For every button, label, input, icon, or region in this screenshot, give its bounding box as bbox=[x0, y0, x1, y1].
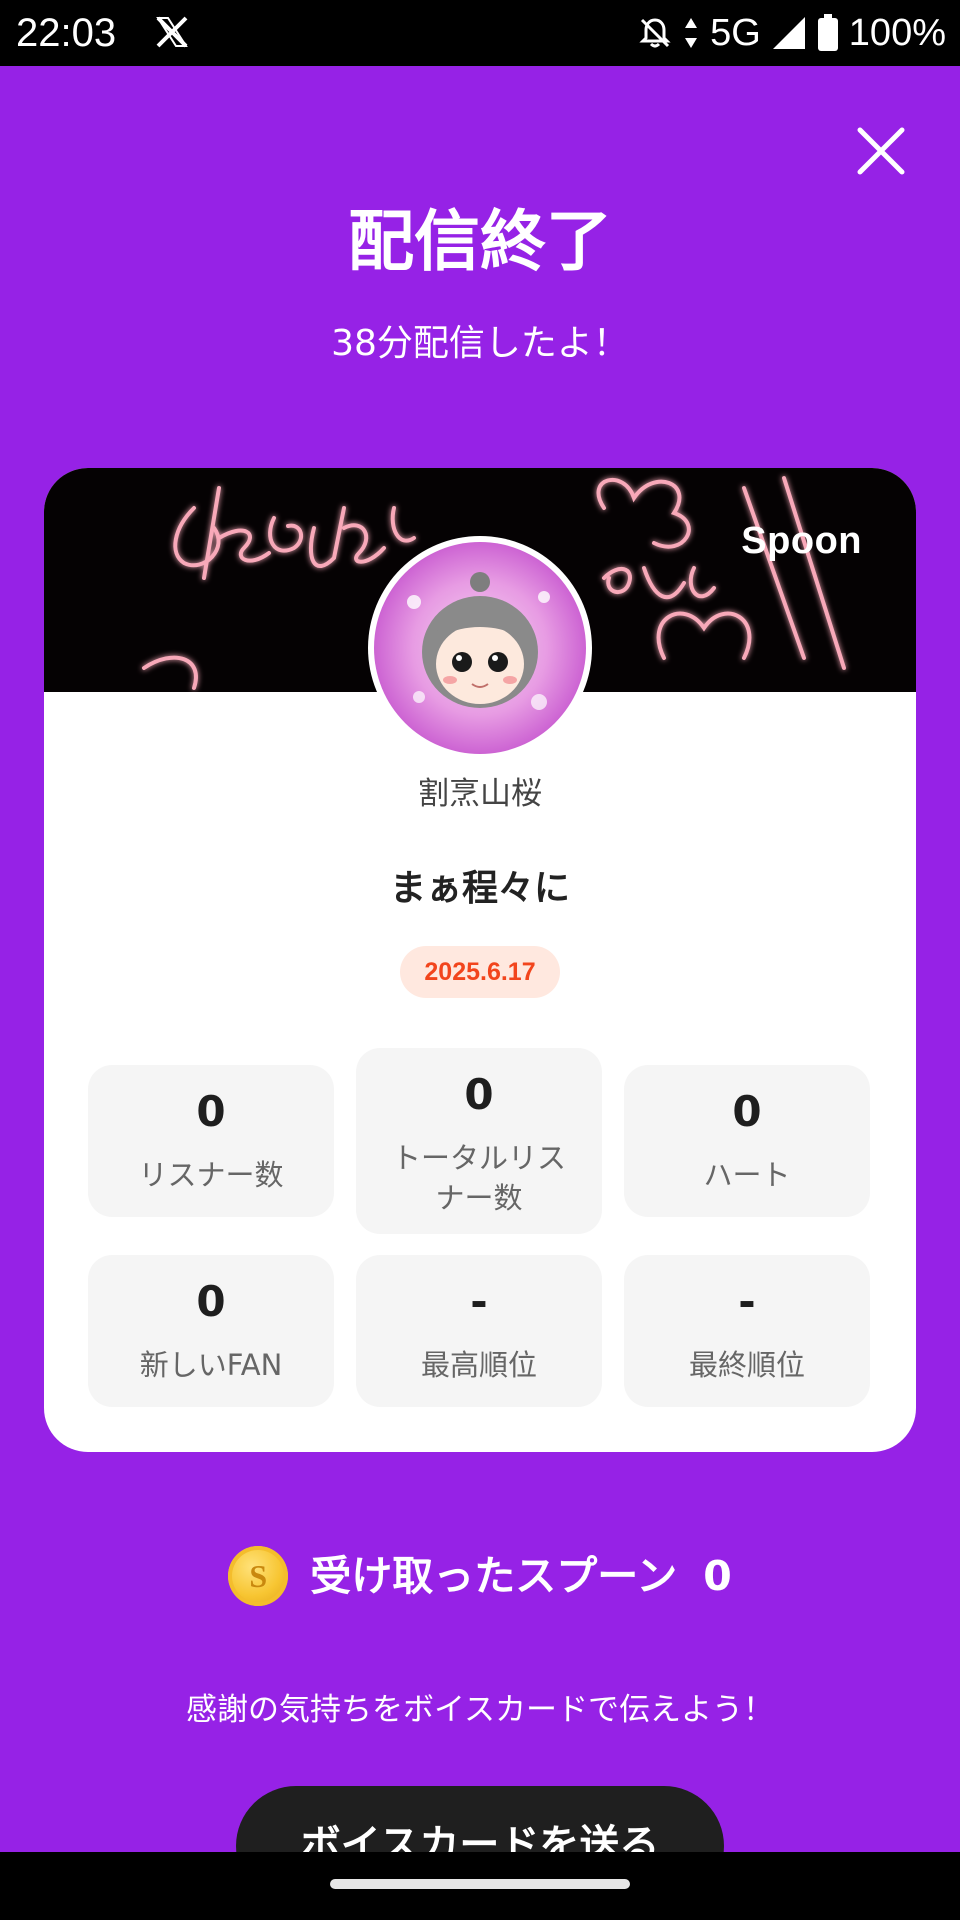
spoon-coin-icon: S bbox=[228, 1546, 289, 1606]
received-spoons: S 受け取ったスプーン 0 bbox=[0, 1540, 960, 1612]
status-time: 22:03 bbox=[16, 11, 117, 55]
battery-level: 100% bbox=[848, 11, 946, 54]
navigation-bar bbox=[0, 1852, 960, 1920]
spoon-logo: Spoon bbox=[741, 520, 862, 562]
stat-label: トータルリス ナー数 bbox=[391, 1141, 566, 1215]
stat-label: ハート bbox=[703, 1158, 791, 1192]
status-indicators: 5G 100% bbox=[638, 8, 946, 58]
stat-value: 0 bbox=[732, 1087, 762, 1136]
stat-final-rank: - 最終順位 bbox=[624, 1255, 870, 1407]
stat-label: 最高順位 bbox=[420, 1348, 537, 1382]
stat-listeners: 0 リスナー数 bbox=[88, 1065, 334, 1217]
stat-label: リスナー数 bbox=[138, 1158, 284, 1192]
spoons-count: 0 bbox=[703, 1552, 732, 1600]
stat-best-rank: - 最高順位 bbox=[356, 1255, 602, 1407]
avatar-character-icon bbox=[407, 572, 550, 710]
summary-card: Spoon 割烹山桜 まぁ程々に 2025.6.17 0 リスナー数 0 トータ… bbox=[44, 468, 916, 1452]
bell-muted-icon bbox=[639, 18, 671, 48]
signal-icon bbox=[772, 17, 805, 49]
stat-value: 0 bbox=[196, 1277, 226, 1326]
stat-label: 最終順位 bbox=[688, 1348, 805, 1382]
stat-value: - bbox=[470, 1277, 488, 1326]
status-bar: 22:03 5G 100% bbox=[0, 0, 960, 66]
stat-total-listeners: 0 トータルリス ナー数 bbox=[356, 1048, 602, 1234]
x-app-icon bbox=[156, 16, 188, 48]
date-badge: 2025.6.17 bbox=[400, 946, 560, 998]
thanks-message: 感謝の気持ちをボイスカードで伝えよう！ bbox=[185, 1692, 775, 1728]
avatar-image bbox=[374, 542, 586, 754]
home-gesture-handle[interactable] bbox=[330, 1879, 630, 1889]
stat-value: - bbox=[738, 1277, 756, 1326]
stat-value: 0 bbox=[196, 1087, 226, 1136]
stat-new-fans: 0 新しいFAN bbox=[88, 1255, 334, 1407]
battery-icon bbox=[817, 14, 838, 51]
close-icon[interactable] bbox=[856, 126, 906, 176]
stat-hearts: 0 ハート bbox=[624, 1065, 870, 1217]
live-title: まぁ程々に bbox=[389, 868, 570, 909]
stat-value: 0 bbox=[464, 1070, 494, 1119]
spoons-label: 受け取ったスプーン bbox=[310, 1552, 678, 1600]
page-title: 配信終了 bbox=[348, 203, 612, 280]
data-transfer-icon bbox=[685, 18, 698, 48]
duration-text: 38分配信したよ！ bbox=[331, 323, 629, 364]
stat-label: 新しいFAN bbox=[139, 1348, 283, 1382]
network-type: 5G bbox=[710, 11, 761, 54]
host-name: 割烹山桜 bbox=[418, 776, 542, 812]
avatar[interactable] bbox=[368, 536, 592, 760]
